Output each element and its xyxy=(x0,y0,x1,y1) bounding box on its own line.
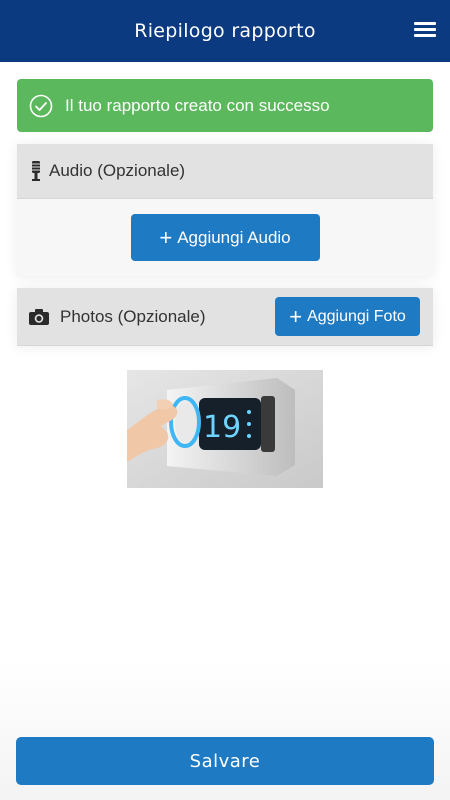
audio-panel-body: + Aggiungi Audio xyxy=(17,199,433,276)
save-button[interactable]: Salvare xyxy=(16,737,434,785)
add-audio-label: Aggiungi Audio xyxy=(177,227,291,247)
save-button-label: Salvare xyxy=(189,750,261,772)
hamburger-menu-icon[interactable] xyxy=(414,22,436,40)
audio-panel-header: Audio (Opzionale) xyxy=(17,144,433,199)
page-title: Riepilogo rapporto xyxy=(134,20,316,42)
photos-section-label: Photos (Opzionale) xyxy=(60,306,206,326)
success-alert: Il tuo rapporto creato con successo xyxy=(17,79,433,132)
microphone-icon xyxy=(32,161,40,181)
photos-panel: Photos (Opzionale) + Aggiungi Foto xyxy=(17,288,433,346)
plus-icon: + xyxy=(289,303,303,329)
add-photo-label: Aggiungi Foto xyxy=(307,307,406,325)
plus-icon: + xyxy=(159,224,173,250)
success-message: Il tuo rapporto creato con successo xyxy=(65,95,330,115)
thermostat-image: 19 xyxy=(127,370,323,488)
check-circle-icon xyxy=(29,94,53,117)
app-header: Riepilogo rapporto xyxy=(0,0,450,62)
add-photo-button[interactable]: + Aggiungi Foto xyxy=(275,297,420,336)
audio-section-label: Audio (Opzionale) xyxy=(49,161,186,180)
thermostat-temperature: 19 xyxy=(203,410,241,445)
add-audio-button[interactable]: + Aggiungi Audio xyxy=(130,214,320,261)
audio-panel: Audio (Opzionale) + Aggiungi Audio xyxy=(17,144,433,276)
attached-photo-thumbnail[interactable]: 19 xyxy=(127,370,323,488)
camera-icon xyxy=(29,308,49,325)
